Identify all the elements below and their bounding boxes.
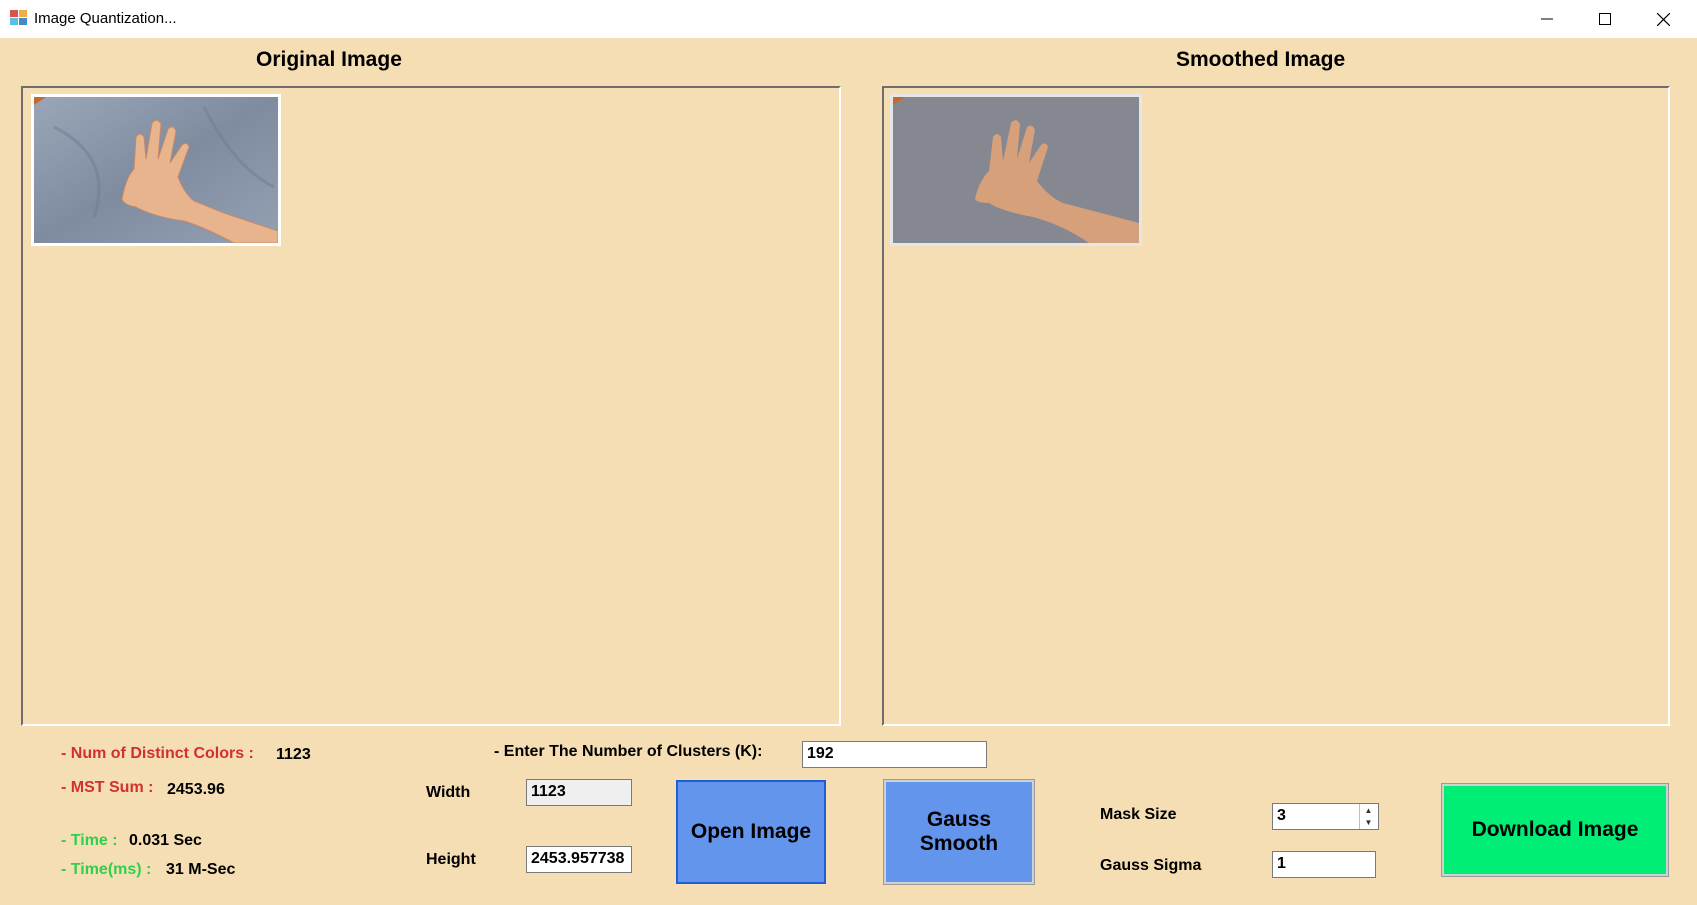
width-label: Width (426, 784, 471, 801)
maximize-icon (1599, 13, 1611, 25)
minimize-button[interactable] (1518, 0, 1576, 38)
distinct-colors-label: - Num of Distinct Colors : (61, 745, 254, 762)
gauss-sigma-input[interactable]: 1 (1272, 851, 1376, 878)
clusters-label: - Enter The Number of Clusters (K): (494, 743, 763, 760)
title-bar: Image Quantization... (0, 0, 1697, 38)
smoothed-image (890, 94, 1142, 246)
original-image (31, 94, 281, 246)
app-icon (10, 10, 27, 25)
distinct-colors-value: 1123 (276, 746, 311, 763)
spin-up-icon[interactable]: ▲ (1360, 804, 1377, 816)
width-field[interactable]: 1123 (526, 779, 632, 806)
mask-size-spinner[interactable]: ▲ ▼ (1359, 804, 1377, 829)
time-value: 0.031 Sec (129, 832, 202, 849)
hand-photo-smoothed (893, 97, 1139, 243)
smoothed-image-title: Smoothed Image (1176, 48, 1346, 71)
app-window: Image Quantization... Original Image Smo… (0, 0, 1697, 905)
original-image-panel (21, 86, 841, 726)
minimize-icon (1541, 18, 1553, 20)
close-button[interactable] (1634, 0, 1692, 38)
mask-size-label: Mask Size (1100, 806, 1177, 823)
height-label: Height (426, 851, 476, 868)
close-icon (1656, 12, 1670, 26)
spin-down-icon[interactable]: ▼ (1360, 816, 1377, 828)
mst-sum-value: 2453.96 (167, 781, 225, 798)
open-image-button[interactable]: Open Image (676, 780, 826, 884)
hand-photo-original (34, 97, 278, 243)
gauss-sigma-label: Gauss Sigma (1100, 857, 1202, 874)
smoothed-image-panel (882, 86, 1670, 726)
mst-sum-label: - MST Sum : (61, 779, 154, 796)
time-ms-label: - Time(ms) : (61, 861, 152, 878)
window-title: Image Quantization... (34, 10, 177, 27)
gauss-smooth-label-line1: Gauss (926, 808, 992, 831)
download-image-button[interactable]: Download Image (1441, 783, 1669, 877)
time-ms-value: 31 M-Sec (166, 861, 236, 878)
clusters-input[interactable]: 192 (802, 741, 987, 768)
original-image-title: Original Image (256, 48, 402, 71)
gauss-smooth-label-line2: Smooth (919, 832, 999, 855)
time-label: - Time : (61, 832, 118, 849)
gauss-smooth-button[interactable]: Gauss Smooth (883, 779, 1035, 885)
maximize-button[interactable] (1576, 0, 1634, 38)
height-field[interactable]: 2453.957738 (526, 846, 632, 873)
